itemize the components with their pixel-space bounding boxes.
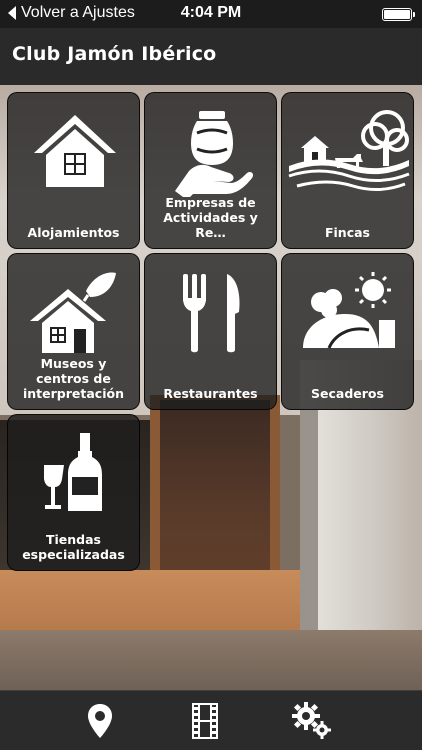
tab-bar [0,690,422,750]
tile-alojamientos[interactable]: Alojamientos [7,92,140,249]
status-time: 4:04 PM [180,4,242,21]
tab-settings[interactable] [290,701,334,741]
farm-icon [282,101,415,201]
map-pin-icon [88,704,112,738]
tab-map[interactable] [78,701,122,741]
battery-icon [382,8,415,21]
tile-fincas[interactable]: Fincas [281,92,414,249]
wine-bottle-glass-icon [8,423,141,523]
status-bar: Volver a Ajustes 4:04 PM [0,0,422,28]
tile-label: Restaurantes [163,386,258,401]
tab-media[interactable] [183,701,227,741]
tile-empresas-actividades[interactable]: Empresas de Actividades y Re… [144,92,277,249]
tile-tiendas-especializadas[interactable]: Tiendas especializadas [7,414,140,571]
film-icon [192,703,218,739]
tile-secaderos[interactable]: Secaderos [281,253,414,410]
tile-museos[interactable]: Museos y centros de interpretación [7,253,140,410]
tile-label: Tiendas especializadas [22,532,125,562]
fork-knife-icon [145,262,278,362]
tile-label: Museos y centros de interpretación [23,356,124,401]
tile-label: Empresas de Actividades y Re… [163,195,258,240]
page-title: Club Jamón Ibérico [12,43,217,65]
gears-icon [292,702,331,739]
tile-label: Fincas [324,225,370,240]
hill-sun-icon [282,262,415,362]
house-leaf-icon [8,262,141,362]
house-icon [8,101,141,201]
jar-hand-icon [145,101,278,201]
tile-restaurantes[interactable]: Restaurantes [144,253,277,410]
tile-label: Secaderos [311,386,384,401]
app-header: Club Jamón Ibérico [0,28,422,85]
tile-label: Alojamientos [27,225,120,240]
